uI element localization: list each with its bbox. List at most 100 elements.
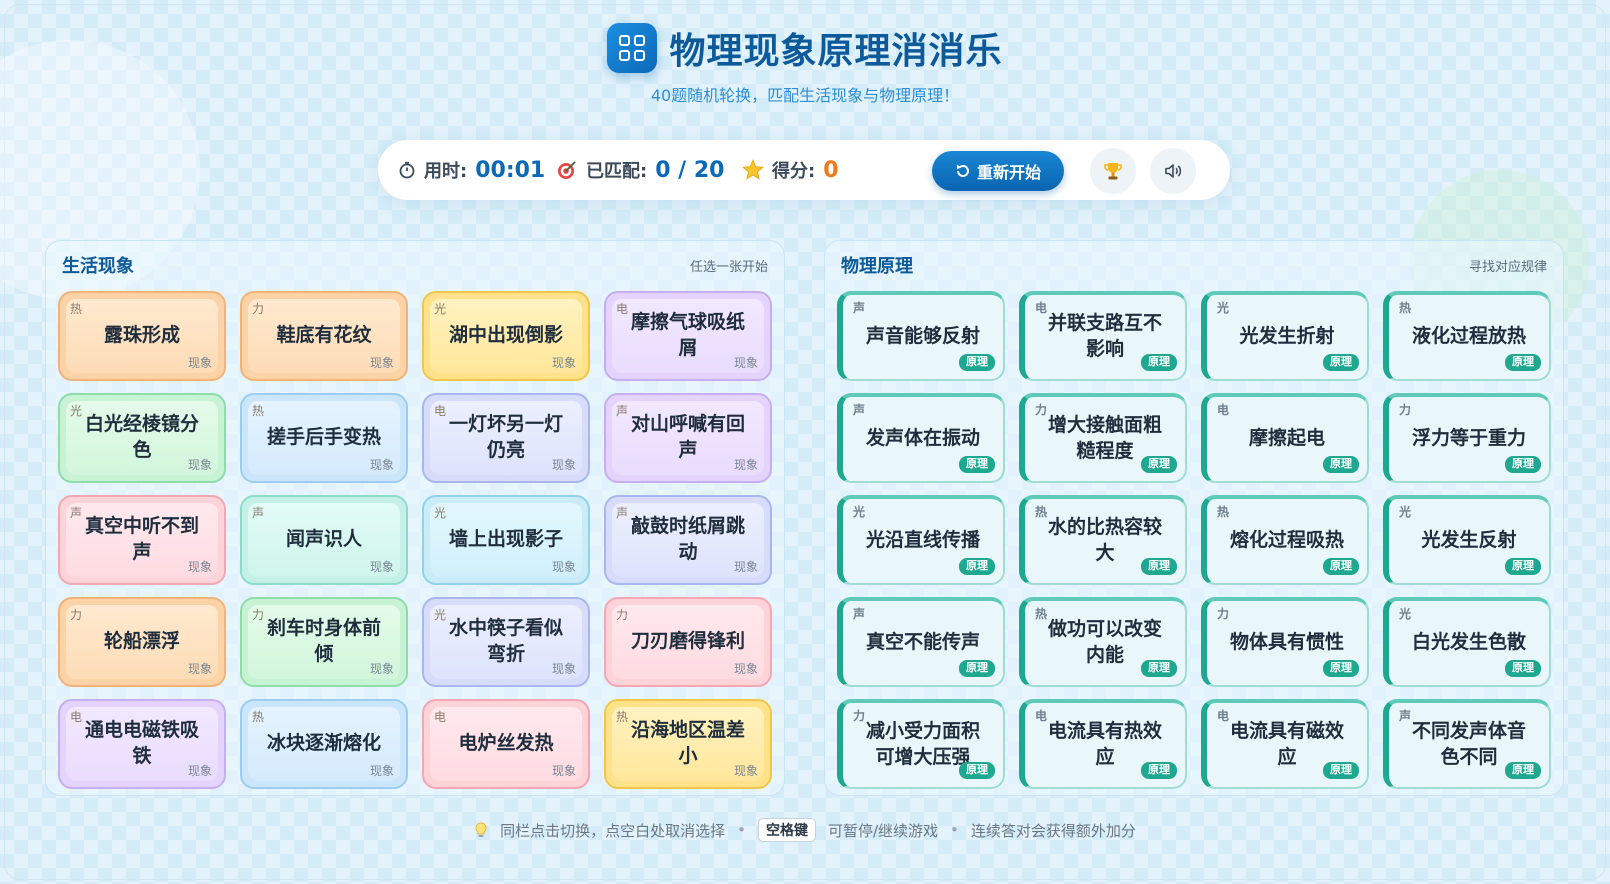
phenomenon-card-category: 电	[616, 302, 629, 316]
phenomenon-card-tag: 现象	[187, 662, 212, 676]
principle-card-text: 光发生反射	[1421, 529, 1517, 552]
matched-stat: 已匹配: 0 / 20	[556, 140, 724, 200]
principle-card[interactable]: 增大接触面粗糙程度力原理	[1019, 393, 1187, 483]
principle-card[interactable]: 物体具有惯性 力原理	[1201, 597, 1369, 687]
principle-card[interactable]: 熔化过程吸热 热原理	[1201, 495, 1369, 585]
phenomenon-card[interactable]: 轮船漂浮力现象	[58, 597, 226, 687]
grid-logo-icon	[607, 23, 658, 73]
principle-card[interactable]: 光发生折射光原理	[1201, 291, 1369, 381]
phenomenon-card[interactable]: 电炉丝发热电现象	[422, 699, 590, 789]
matched-value: 0 / 20	[655, 157, 725, 183]
principle-card[interactable]: 光沿直线传播 光原理	[837, 495, 1005, 585]
principle-card[interactable]: 白光发生色散 光原理	[1383, 597, 1551, 687]
principle-card[interactable]: 摩擦起电 电原理	[1201, 393, 1369, 483]
principle-card-text: 液化过程放热	[1411, 325, 1526, 348]
phenomenon-card[interactable]: 摩擦气球吸纸屑电现象	[604, 291, 772, 381]
phenomenon-card[interactable]: 墙上出现影子光现象	[422, 495, 590, 585]
phenomenon-card[interactable]: 冰块逐渐熔化热现象	[240, 699, 408, 789]
principle-card-tag: 原理	[1505, 660, 1541, 677]
page-title: 物理现象原理消消乐	[669, 31, 1003, 72]
phenomenon-card[interactable]: 露珠形成热现象	[58, 291, 226, 381]
principle-card-tag: 原理	[1141, 354, 1177, 371]
principle-card-tag: 原理	[1505, 456, 1541, 473]
phenomenon-card-tag: 现象	[733, 662, 758, 676]
phenomenon-card-category: 力	[70, 608, 83, 622]
principle-card[interactable]: 减小受力面积可增大压强力原理	[837, 699, 1005, 789]
sound-button[interactable]	[1150, 148, 1196, 194]
restart-button[interactable]: 重新开始	[932, 151, 1064, 191]
phenomenon-card-category: 电	[70, 710, 83, 724]
phenomenon-card[interactable]: 搓手后手变热热现象	[240, 393, 408, 483]
principle-card[interactable]: 做功可以改变内能热原理	[1019, 597, 1187, 687]
phenomenon-card-category: 热	[70, 302, 83, 316]
phenomenon-card[interactable]: 闻声识人声现象	[240, 495, 408, 585]
principle-card-category: 光	[853, 505, 866, 519]
principle-card-tag: 原理	[959, 762, 995, 779]
phenomenon-card-category: 光	[434, 608, 447, 622]
phenomenon-card-tag: 现象	[733, 356, 758, 370]
principle-card-text: 熔化过程吸热	[1229, 529, 1344, 552]
phenomenon-card[interactable]: 刹车时身体前倾力现象	[240, 597, 408, 687]
principle-card[interactable]: 电流具有磁效应电原理	[1201, 699, 1369, 789]
restart-label: 重新开始	[976, 165, 1041, 182]
phenomenon-card-tag: 现象	[551, 764, 576, 778]
principle-card-tag: 原理	[1141, 558, 1177, 575]
phenomenon-card-tag: 现象	[369, 560, 394, 574]
phenomenon-card[interactable]: 鞋底有花纹力现象	[240, 291, 408, 381]
principles-panel: 物理原理 寻找对应规律 声音能够反射声原理 并联支路互不影响电原理 光发生折射光原理…	[824, 240, 1564, 796]
phenomena-panel-title: 生活现象	[62, 256, 134, 277]
principle-card[interactable]: 电流具有热效应电原理	[1019, 699, 1187, 789]
phenomenon-card-category: 声	[616, 506, 629, 520]
principle-card-tag: 原理	[959, 558, 995, 575]
score-value: 0	[823, 157, 839, 183]
phenomenon-card-category: 声	[252, 506, 265, 520]
phenomenon-card[interactable]: 水中筷子看似弯折光现象	[422, 597, 590, 687]
phenomena-grid: 露珠形成热现象 鞋底有花纹力现象 湖中出现倒影光现象 摩擦气球吸纸屑电现象 白光经棱镜分…	[58, 291, 772, 789]
principle-card[interactable]: 水的比热容较大热原理	[1019, 495, 1187, 585]
phenomenon-card-tag: 现象	[551, 458, 576, 472]
phenomenon-card[interactable]: 一灯坏另一灯仍亮电现象	[422, 393, 590, 483]
principle-card-tag: 原理	[1323, 660, 1359, 677]
principle-card[interactable]: 光发生反射光原理	[1383, 495, 1551, 585]
footer-separator: •	[950, 821, 959, 839]
principle-card-category: 光	[1217, 301, 1230, 315]
phenomena-panel-hint: 任选一张开始	[689, 259, 768, 275]
principle-card-text: 发声体在振动	[865, 427, 980, 450]
phenomenon-card[interactable]: 真空中听不到声声现象	[58, 495, 226, 585]
phenomenon-card-category: 力	[616, 608, 629, 622]
phenomenon-card[interactable]: 对山呼喊有回声声现象	[604, 393, 772, 483]
principle-card[interactable]: 不同发声体音色不同声原理	[1383, 699, 1551, 789]
principle-card-tag: 原理	[1505, 354, 1541, 371]
phenomenon-card[interactable]: 敲鼓时纸屑跳动声现象	[604, 495, 772, 585]
phenomenon-card[interactable]: 湖中出现倒影光现象	[422, 291, 590, 381]
phenomenon-card-tag: 现象	[187, 764, 212, 778]
principle-card-category: 热	[1399, 301, 1412, 315]
footer-tip-switch: 同栏点击切换，点空白处取消选择	[500, 821, 726, 840]
principle-card-tag: 原理	[1141, 762, 1177, 779]
principle-card-tag: 原理	[1323, 762, 1359, 779]
principle-card[interactable]: 并联支路互不影响电原理	[1019, 291, 1187, 381]
principle-card-category: 电	[1035, 709, 1048, 723]
principle-card-category: 力	[1035, 403, 1048, 417]
phenomenon-card-category: 声	[616, 404, 629, 418]
phenomenon-card-tag: 现象	[369, 764, 394, 778]
principle-card-tag: 原理	[1323, 354, 1359, 371]
phenomenon-card[interactable]: 白光经棱镜分色光现象	[58, 393, 226, 483]
principle-card[interactable]: 液化过程放热 热原理	[1383, 291, 1551, 381]
leaderboard-button[interactable]	[1090, 148, 1136, 194]
principle-card[interactable]: 发声体在振动 声原理	[837, 393, 1005, 483]
principle-card[interactable]: 声音能够反射 声原理	[837, 291, 1005, 381]
spacebar-key-hint: 空格键	[757, 818, 816, 842]
principle-card[interactable]: 浮力等于重力 力原理	[1383, 393, 1551, 483]
footer-tip-combo: 连续答对会获得额外加分	[970, 821, 1136, 840]
stopwatch-icon	[399, 161, 415, 179]
phenomenon-card-tag: 现象	[187, 458, 212, 472]
page-subtitle: 40题随机轮换，匹配生活现象与物理原理！	[650, 86, 960, 105]
principles-panel-title: 物理原理	[841, 256, 913, 277]
phenomenon-card[interactable]: 沿海地区温差小热现象	[604, 699, 772, 789]
principle-card[interactable]: 真空不能传声 声原理	[837, 597, 1005, 687]
phenomenon-card[interactable]: 通电电磁铁吸铁电现象	[58, 699, 226, 789]
phenomenon-card[interactable]: 刀刃磨得锋利力现象	[604, 597, 772, 687]
principle-card-tag: 原理	[1505, 558, 1541, 575]
stats-bar: 用时: 00:01 已匹配: 0 / 20 得分: 0 重新开始	[378, 140, 1230, 200]
